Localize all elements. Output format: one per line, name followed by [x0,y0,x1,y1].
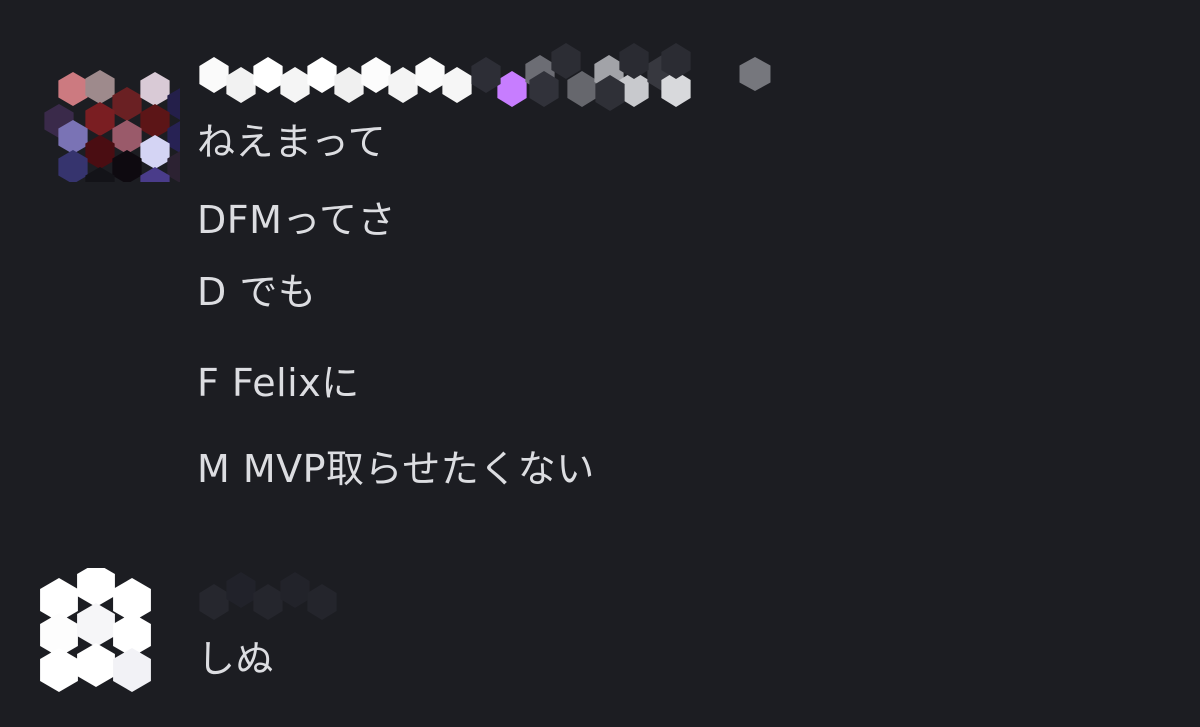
message-line: しぬ [197,637,275,681]
message-line: DFMってさ [197,198,397,242]
message-line: M MVP取らせたくない [197,447,595,491]
message-line: ねえまって [197,120,387,164]
message-line: D でも [197,270,317,314]
avatar[interactable] [32,568,157,693]
message-header [197,43,777,111]
message-line: F Felixに [197,361,360,405]
timestamp-blur [739,57,771,91]
avatar[interactable] [20,32,180,182]
message-header [197,572,357,620]
